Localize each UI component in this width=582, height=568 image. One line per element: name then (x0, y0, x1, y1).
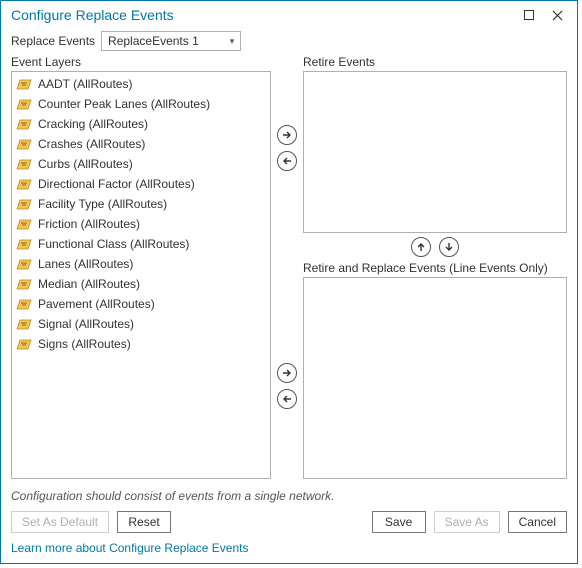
set-default-button[interactable]: Set As Default (11, 511, 109, 533)
body-grid: Event Layers AADT (AllRoutes) Counter Pe… (1, 55, 577, 479)
event-layer-icon (16, 197, 32, 211)
event-layer-icon (16, 277, 32, 291)
event-layer-label: Lanes (AllRoutes) (38, 257, 133, 271)
event-layer-label: Median (AllRoutes) (38, 277, 140, 291)
arrow-left-icon (282, 394, 292, 404)
retire-replace-header: Retire and Replace Events (Line Events O… (303, 261, 567, 277)
list-item[interactable]: Directional Factor (AllRoutes) (12, 174, 270, 194)
list-item[interactable]: Counter Peak Lanes (AllRoutes) (12, 94, 270, 114)
reset-button[interactable]: Reset (117, 511, 171, 533)
maximize-icon (524, 10, 534, 20)
config-note: Configuration should consist of events f… (1, 479, 577, 507)
list-item[interactable]: Signal (AllRoutes) (12, 314, 270, 334)
right-column: Retire Events Retire and Replace Events … (303, 55, 567, 479)
replace-events-value: ReplaceEvents 1 (102, 34, 224, 48)
close-button[interactable] (543, 4, 571, 26)
event-layer-icon (16, 237, 32, 251)
save-button[interactable]: Save (372, 511, 426, 533)
list-item[interactable]: Cracking (AllRoutes) (12, 114, 270, 134)
event-layer-label: AADT (AllRoutes) (38, 77, 132, 91)
event-layer-label: Curbs (AllRoutes) (38, 157, 133, 171)
button-row: Set As Default Reset Save Save As Cancel (1, 507, 577, 541)
transfer-buttons-column (271, 55, 303, 479)
event-layer-label: Signs (AllRoutes) (38, 337, 131, 351)
event-layers-column: Event Layers AADT (AllRoutes) Counter Pe… (11, 55, 271, 479)
cancel-button[interactable]: Cancel (508, 511, 567, 533)
titlebar: Configure Replace Events (1, 1, 577, 29)
close-icon (552, 10, 563, 21)
move-left-retire-button[interactable] (277, 151, 297, 171)
replace-events-label: Replace Events (11, 34, 95, 48)
retire-transfer-group (277, 125, 297, 171)
list-item[interactable]: Friction (AllRoutes) (12, 214, 270, 234)
arrow-down-icon (444, 242, 454, 252)
learn-more-link[interactable]: Learn more about Configure Replace Event… (1, 541, 577, 563)
move-right-replace-button[interactable] (277, 363, 297, 383)
event-layer-label: Crashes (AllRoutes) (38, 137, 145, 151)
event-layer-icon (16, 337, 32, 351)
event-layer-icon (16, 157, 32, 171)
arrow-right-icon (282, 368, 292, 378)
window-title: Configure Replace Events (11, 7, 515, 23)
list-item[interactable]: Facility Type (AllRoutes) (12, 194, 270, 214)
event-layer-icon (16, 297, 32, 311)
retire-events-section: Retire Events (303, 55, 567, 233)
list-item[interactable]: Median (AllRoutes) (12, 274, 270, 294)
replace-transfer-group (277, 363, 297, 409)
chevron-down-icon: ▾ (224, 36, 240, 47)
event-layer-icon (16, 117, 32, 131)
list-item[interactable]: AADT (AllRoutes) (12, 74, 270, 94)
retire-reorder-group (303, 233, 567, 261)
event-layers-header: Event Layers (11, 55, 271, 71)
event-layer-label: Facility Type (AllRoutes) (38, 197, 167, 211)
list-item[interactable]: Pavement (AllRoutes) (12, 294, 270, 314)
event-layer-label: Functional Class (AllRoutes) (38, 237, 189, 251)
list-item[interactable]: Functional Class (AllRoutes) (12, 234, 270, 254)
list-item[interactable]: Curbs (AllRoutes) (12, 154, 270, 174)
move-right-retire-button[interactable] (277, 125, 297, 145)
event-layer-icon (16, 317, 32, 331)
save-as-button[interactable]: Save As (434, 511, 500, 533)
retire-replace-section: Retire and Replace Events (Line Events O… (303, 261, 567, 479)
event-layer-label: Friction (AllRoutes) (38, 217, 140, 231)
move-down-button[interactable] (439, 237, 459, 257)
move-left-replace-button[interactable] (277, 389, 297, 409)
list-item[interactable]: Signs (AllRoutes) (12, 334, 270, 354)
replace-events-row: Replace Events ReplaceEvents 1 ▾ (1, 29, 577, 55)
arrow-right-icon (282, 130, 292, 140)
retire-events-header: Retire Events (303, 55, 567, 71)
list-item[interactable]: Crashes (AllRoutes) (12, 134, 270, 154)
event-layer-label: Signal (AllRoutes) (38, 317, 134, 331)
move-up-button[interactable] (411, 237, 431, 257)
retire-events-list[interactable] (303, 71, 567, 233)
event-layer-icon (16, 97, 32, 111)
arrow-left-icon (282, 156, 292, 166)
event-layers-list[interactable]: AADT (AllRoutes) Counter Peak Lanes (All… (11, 71, 271, 479)
arrow-up-icon (416, 242, 426, 252)
event-layer-icon (16, 217, 32, 231)
event-layer-label: Cracking (AllRoutes) (38, 117, 148, 131)
event-layer-label: Directional Factor (AllRoutes) (38, 177, 195, 191)
event-layer-label: Counter Peak Lanes (AllRoutes) (38, 97, 210, 111)
event-layer-icon (16, 177, 32, 191)
maximize-button[interactable] (515, 4, 543, 26)
retire-replace-list[interactable] (303, 277, 567, 479)
window-root: Configure Replace Events Replace Events … (0, 0, 578, 564)
event-layer-icon (16, 257, 32, 271)
event-layer-icon (16, 137, 32, 151)
event-layer-label: Pavement (AllRoutes) (38, 297, 155, 311)
replace-events-combo[interactable]: ReplaceEvents 1 ▾ (101, 31, 241, 51)
list-item[interactable]: Lanes (AllRoutes) (12, 254, 270, 274)
event-layer-icon (16, 77, 32, 91)
